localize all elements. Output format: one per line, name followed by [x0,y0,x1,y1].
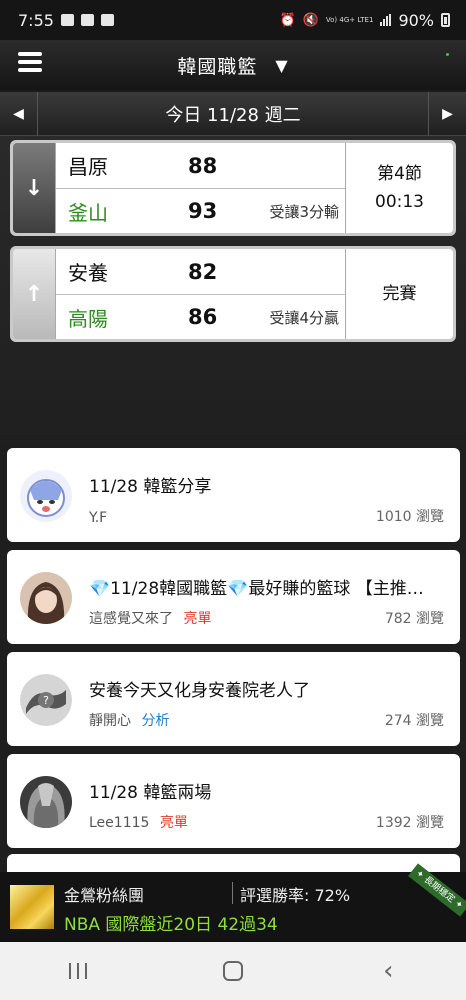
post-author: 這感覺又來了 [89,611,173,627]
check-icon [100,14,114,26]
post-card[interactable]: 💎11/28韓國職籃💎最好賺的籃球 【主推… 這感覺又來了 亮單 782 瀏覽 [7,550,460,644]
game-status: 第4節 00:13 [345,143,453,233]
scoreboard-area: ↓ 昌原 88 釜山 93 受讓3分輸 第4節 00:13 ↑ 安養 82 高陽… [0,136,466,446]
post-card-partial[interactable] [7,854,460,874]
date-bar: ◀ 今日 11/28 週二 ▶ [0,92,466,136]
game-card[interactable]: ↑ 安養 82 高陽 86 受讓4分贏 完賽 [10,246,456,342]
back-icon: ‹ [383,956,394,986]
hamburger-menu-icon[interactable] [18,52,42,76]
post-meta: 靜開心 分析 [89,710,169,730]
post-meta: Y.F [89,510,107,526]
promo-banner[interactable]: 金鶯粉絲團 評選勝率: 72% NBA 國際盤近20日 42過34 ✦ 長期穩定… [0,863,466,942]
game-status: 完賽 [345,249,453,339]
handicap-result: 受讓3分輸 [269,202,339,221]
team-name: 釜山 [68,200,108,225]
alarm-icon: ⏰ [279,12,296,28]
post-card[interactable]: ? 安養今天又化身安養院老人了 靜開心 分析 274 瀏覽 [7,652,460,746]
caret-down-icon: ▼ [275,55,289,75]
default-avatar-icon: ? [20,674,72,726]
post-tag[interactable]: 亮單 [160,815,188,831]
post-views: 782 瀏覽 [384,611,444,627]
post-tag[interactable]: 亮單 [183,611,211,627]
status-bar-right: ⏰ 🔇 Vo) 4G+ LTE1 90% [280,11,450,30]
back-button[interactable]: ‹ [358,951,418,991]
recent-apps-button[interactable] [48,951,108,991]
post-author: 靜開心 [89,713,131,729]
post-views: 274 瀏覽 [384,713,444,729]
game-teams: 昌原 88 釜山 93 受讓3分輸 [55,143,345,233]
post-meta: Lee1115 亮單 [89,812,188,832]
team-row-home: 安養 82 [56,249,345,294]
arrow-down-icon: ↓ [13,143,55,233]
avatar [20,470,72,522]
team-name: 昌原 [68,155,108,179]
status-time: 7:55 [18,10,54,30]
game-period: 第4節 [377,164,422,184]
mute-icon: 🔇 [302,12,319,28]
banner-win-rate: 評選勝率: 72% [240,886,351,905]
league-title: 韓國職籃 [177,55,258,78]
team-score: 93 [188,199,218,223]
post-author: Lee1115 [89,815,150,831]
post-card[interactable]: 11/28 韓籃兩場 Lee1115 亮單 1392 瀏覽 [7,754,460,848]
post-title: 11/28 韓籃分享 [89,477,212,497]
post-card[interactable]: 11/28 韓籃分享 Y.F 1010 瀏覽 [7,448,460,542]
post-views: 1010 瀏覽 [375,509,444,525]
handicap-result: 受讓4分贏 [269,308,339,327]
post-views: 1392 瀏覽 [375,815,444,831]
signal-icon [380,14,392,26]
system-nav-bar: ‹ [0,942,466,1000]
avatar [20,572,72,624]
post-tag[interactable]: 分析 [141,713,169,729]
team-score: 82 [188,259,218,284]
team-row-away: 高陽 86 受讓4分贏 [56,294,345,339]
post-title: 11/28 韓籃兩場 [89,783,212,803]
banner-record: NBA 國際盤近20日 42過34 [64,915,278,935]
prev-day-button[interactable]: ◀ [0,92,38,136]
team-score: 88 [188,153,218,178]
banner-divider [232,882,233,904]
post-author: Y.F [89,510,108,526]
post-title: 💎11/28韓國職籃💎最好賺的籃球 【主推… [89,579,424,599]
home-button[interactable] [203,951,263,991]
home-icon [222,961,243,981]
game-card[interactable]: ↓ 昌原 88 釜山 93 受讓3分輸 第4節 00:13 [10,140,456,236]
post-title: 安養今天又化身安養院老人了 [89,681,310,701]
gold-badge-icon [10,885,54,929]
mail-icon [80,14,94,26]
next-day-button[interactable]: ▶ [428,92,466,136]
app-header: 韓國職籃 ▼ [0,40,466,90]
ribbon-badge: ✦ 長期穩定 ✦ [408,863,466,917]
network-indicator: Vo) 4G+ LTE1 [325,15,374,24]
banner-title: 金鶯粉絲團 [64,886,145,905]
date-label: 今日 11/28 週二 [165,104,301,126]
recent-apps-icon [68,963,87,979]
indicator-dot [446,53,449,56]
battery-percent: 90% [398,10,434,30]
team-score: 86 [188,305,218,329]
game-clock: 00:13 [375,192,424,212]
svg-text:?: ? [43,694,49,707]
avatar [20,776,72,828]
team-name: 高陽 [68,306,108,331]
gallery-icon [60,14,74,26]
post-meta: 這感覺又來了 亮單 [89,608,211,628]
game-period: 完賽 [382,284,417,304]
arrow-up-icon: ↑ [13,249,55,339]
status-bar: 7:55 ⏰ 🔇 Vo) 4G+ LTE1 90% [0,0,466,40]
status-bar-left: 7:55 [18,11,114,30]
league-selector[interactable]: 韓國職籃 ▼ [177,52,288,79]
team-name: 安養 [68,261,108,285]
game-teams: 安養 82 高陽 86 受讓4分贏 [55,249,345,339]
team-row-away: 釜山 93 受讓3分輸 [56,188,345,233]
post-list: 11/28 韓籃分享 Y.F 1010 瀏覽 💎11/28韓國職籃💎最好賺的籃球… [0,446,466,874]
team-row-home: 昌原 88 [56,143,345,188]
battery-icon [441,13,450,27]
